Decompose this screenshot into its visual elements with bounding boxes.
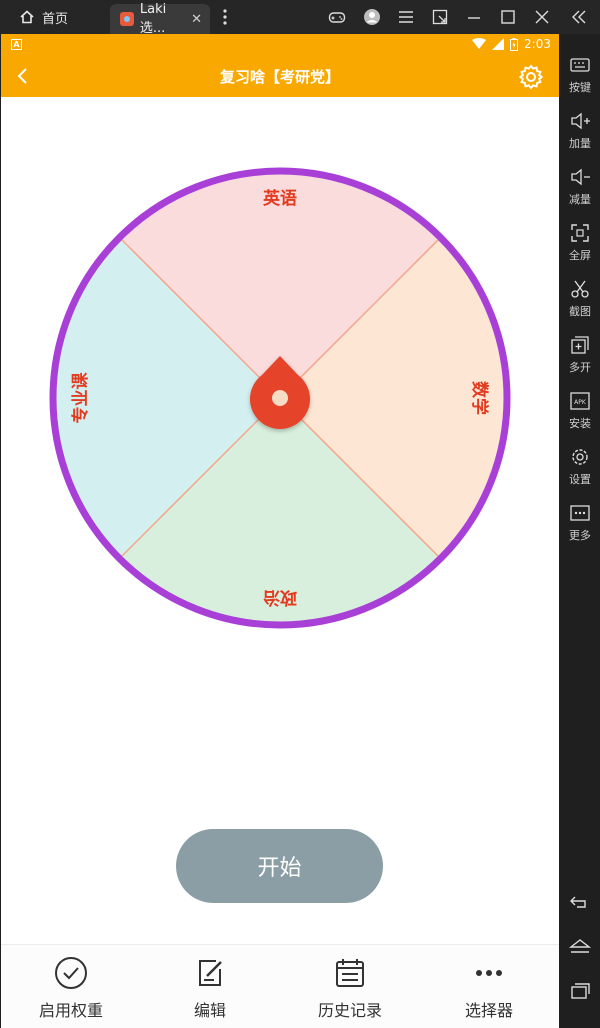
sidebar-label: 截图 [569, 305, 591, 318]
maximize-icon[interactable] [499, 8, 517, 26]
sidebar-item-volume-up[interactable]: 加量 [560, 104, 600, 160]
close-tab-icon[interactable]: ✕ [191, 12, 202, 27]
close-window-icon[interactable] [533, 8, 551, 26]
emulator-app-tab[interactable]: Laki选... ✕ [110, 2, 210, 36]
sidebar-item-fullscreen[interactable]: 全屏 [560, 216, 600, 272]
wheel-label-english: 英语 [263, 188, 297, 209]
multi-window-icon [571, 336, 589, 354]
wheel-label-major: 专业课 [70, 372, 91, 424]
gear-icon [572, 449, 588, 465]
status-bar: A 2:03 [1, 34, 559, 56]
nav-history[interactable]: 历史记录 [280, 945, 420, 1028]
android-back-button[interactable] [560, 888, 600, 918]
status-time: 2:03 [524, 37, 551, 51]
sidebar-label: 减量 [569, 193, 591, 206]
app-bar: 复习啥【考研党】 [1, 56, 559, 97]
sidebar-item-settings[interactable]: 设置 [560, 440, 600, 496]
menu-icon[interactable] [397, 8, 415, 26]
wheel-label-math: 数学 [469, 381, 490, 415]
volume-down-icon [571, 168, 590, 186]
sidebar-item-multi[interactable]: 多开 [560, 328, 600, 384]
sidebar-item-volume-down[interactable]: 减量 [560, 160, 600, 216]
nav-selector[interactable]: 选择器 [419, 945, 559, 1028]
nav-label: 历史记录 [317, 1001, 382, 1020]
wifi-icon [472, 38, 487, 49]
wheel-label-politics: 政治 [263, 587, 297, 608]
home-icon [20, 10, 34, 24]
sidebar-label: 加量 [569, 137, 591, 150]
svg-text:APK: APK [574, 399, 587, 406]
emulator-sidebar: 按键 加量 减量 全屏 截图 多开 APK 安装 设置 更多 [560, 34, 600, 1028]
bottom-navigation: 启用权重 编辑 历史记录 选择器 [1, 944, 559, 1028]
sidebar-label: 多开 [569, 361, 591, 374]
home-tab-label: 首页 [42, 11, 69, 27]
sidebar-item-install[interactable]: APK 安装 [560, 384, 600, 440]
phone-screen: A 2:03 复习啥【考研党】 英语 数学 政治 专业课 开始 启用权重 编辑 … [1, 34, 559, 1028]
start-button[interactable]: 开始 [176, 829, 383, 903]
nav-enable-weight[interactable]: 启用权重 [1, 945, 141, 1028]
nav-label: 选择器 [464, 1001, 513, 1020]
sidebar-item-more[interactable]: 更多 [560, 496, 600, 552]
sidebar-label: 安装 [569, 417, 591, 430]
android-home-button[interactable] [560, 932, 600, 962]
keyboard-icon [570, 58, 590, 72]
nav-label: 编辑 [193, 1001, 226, 1020]
lucky-wheel[interactable]: 英语 数学 政治 专业课 [48, 166, 512, 630]
emulator-tab-bar: 首页 Laki选... ✕ [0, 0, 600, 36]
notification-icon: A [11, 39, 22, 50]
back-arrow-icon [570, 896, 586, 908]
more-dots-icon [476, 970, 502, 976]
battery-icon [510, 37, 519, 51]
sidebar-item-screenshot[interactable]: 截图 [560, 272, 600, 328]
minimize-icon[interactable] [465, 8, 483, 26]
home-icon [569, 939, 591, 953]
restore-window-icon[interactable] [431, 8, 449, 26]
calendar-list-icon [336, 959, 364, 987]
recents-icon [571, 983, 590, 999]
app-icon [120, 12, 134, 26]
status-icons: 2:03 [472, 37, 551, 51]
vertical-dots-icon[interactable] [218, 8, 232, 26]
fullscreen-icon [571, 224, 589, 242]
collapse-sidebar-icon[interactable] [570, 8, 588, 26]
sidebar-item-keys[interactable]: 按键 [560, 48, 600, 104]
check-circle-icon [55, 957, 87, 989]
page-title: 复习啥【考研党】 [219, 68, 340, 86]
signal-icon [492, 38, 505, 50]
user-avatar-icon[interactable] [363, 8, 381, 26]
app-tab-label: Laki选... [139, 2, 167, 36]
nav-edit[interactable]: 编辑 [140, 945, 280, 1028]
apk-icon: APK [570, 392, 590, 410]
sidebar-label: 全屏 [569, 249, 591, 262]
gamepad-icon[interactable] [328, 8, 346, 26]
settings-gear-icon[interactable] [517, 63, 545, 91]
sidebar-label: 按键 [569, 81, 591, 94]
nav-label: 启用权重 [38, 1001, 103, 1020]
sidebar-label: 更多 [569, 529, 591, 542]
android-recents-button[interactable] [560, 976, 600, 1006]
scissors-icon [571, 280, 589, 298]
emulator-home-tab[interactable]: 首页 [0, 0, 108, 34]
sidebar-label: 设置 [569, 473, 591, 486]
edit-icon [199, 960, 222, 986]
volume-up-icon [571, 112, 590, 130]
more-icon [570, 505, 590, 521]
